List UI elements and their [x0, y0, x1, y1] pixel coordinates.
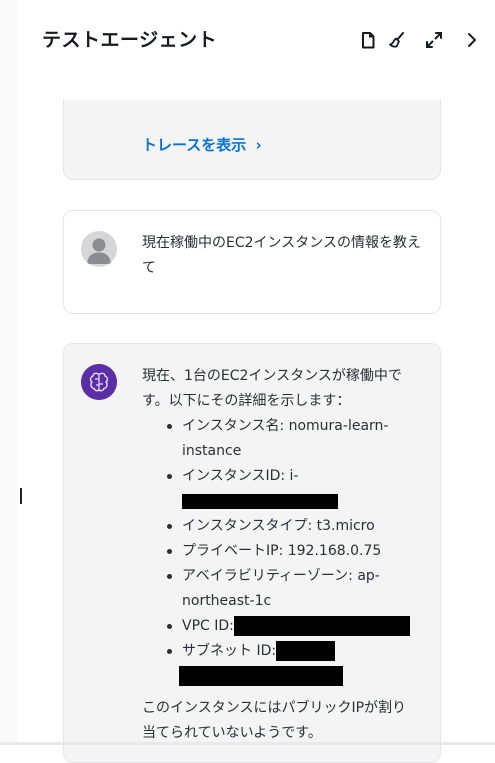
- panel-title: テストエージェント: [42, 29, 218, 51]
- text-cursor: [20, 488, 22, 504]
- user-message-card: 現在稼働中のEC2インスタンスの情報を教えて: [63, 210, 441, 314]
- chevron-right-icon[interactable]: [462, 30, 482, 50]
- agent-intro: 現在、1台のEC2インスタンスが稼働中です。以下にその詳細を示します：: [142, 368, 402, 409]
- list-item: サブネット ID:: [167, 639, 412, 664]
- redacted-block: [182, 493, 338, 509]
- list-item: インスタンスタイプ: t3.micro: [167, 514, 412, 539]
- instance-details-list: インスタンス名: nomura-learn-instance インスタンスID:…: [142, 414, 412, 664]
- list-item: VPC ID:: [167, 614, 412, 639]
- redacted-block: [276, 641, 336, 661]
- redacted-block: [179, 666, 343, 686]
- list-item: アベイラビリティーゾーン: ap-northeast-1c: [167, 564, 412, 614]
- panel-header: テストエージェント: [18, 0, 495, 78]
- redacted-block: [233, 616, 410, 636]
- list-item: インスタンスID: i-: [167, 464, 412, 514]
- agent-brain-icon: [81, 364, 117, 400]
- agent-message-card: 現在、1台のEC2インスタンスが稼働中です。以下にその詳細を示します： インスタ…: [63, 343, 441, 763]
- show-trace-link[interactable]: トレースを表示 ›: [142, 134, 262, 155]
- list-item: インスタンス名: nomura-learn-instance: [167, 414, 412, 464]
- user-message-text: 現在稼働中のEC2インスタンスの情報を教えて: [142, 235, 421, 276]
- show-trace-label: トレースを表示: [142, 136, 247, 154]
- agent-outro: このインスタンスにはパブリックIPが割り当てられていないようです。: [142, 700, 407, 741]
- agent-message-text: 現在、1台のEC2インスタンスが稼働中です。以下にその詳細を示します： インスタ…: [142, 364, 412, 746]
- trace-card: トレースを表示 ›: [63, 100, 441, 180]
- panel-left-edge: [0, 0, 18, 745]
- test-agent-panel: テストエージェント トレースを表示 › 現在稼働中のEC2インスタンスの情報を教…: [0, 0, 495, 763]
- broom-icon[interactable]: [387, 30, 407, 50]
- chevron-right-icon: ›: [255, 136, 262, 154]
- document-icon[interactable]: [358, 30, 378, 50]
- expand-icon[interactable]: [424, 30, 444, 50]
- list-item: プライベートIP: 192.168.0.75: [167, 539, 412, 564]
- user-avatar-icon: [81, 231, 117, 267]
